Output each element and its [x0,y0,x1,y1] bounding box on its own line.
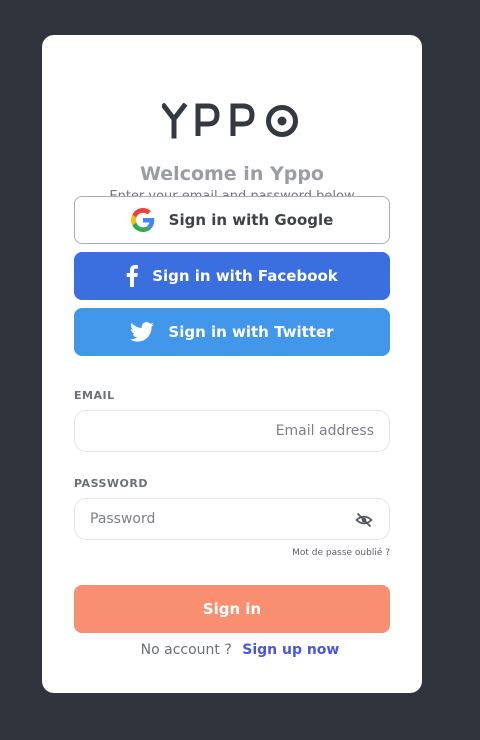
no-account-text: No account ? [140,642,232,658]
logo-wordmark [162,103,298,139]
signup-link[interactable]: Sign up now [242,642,339,658]
eye-off-icon[interactable] [355,511,373,529]
twitter-signin-button[interactable]: Sign in with Twitter [74,308,390,356]
email-field[interactable] [75,411,389,451]
forgot-password-link[interactable]: Mot de passe oublié ? [292,548,390,558]
google-signin-button[interactable]: Sign in with Google [74,196,390,244]
email-label: EMAIL [74,389,115,402]
google-icon [130,208,155,232]
twitter-signin-label: Sign in with Twitter [168,323,334,341]
signup-row: No account ? Sign up now [0,642,480,658]
twitter-icon [130,322,155,342]
signin-label: Sign in [202,600,262,618]
signin-button[interactable]: Sign in [74,585,390,633]
facebook-signin-label: Sign in with Facebook [152,267,338,285]
welcome-title: Welcome in Yppo [140,163,324,185]
yppo-logo [42,103,422,139]
password-label: PASSWORD [74,477,149,490]
password-field-wrapper [74,498,390,540]
facebook-signin-button[interactable]: Sign in with Facebook [74,252,390,300]
facebook-icon [126,265,139,287]
email-field-wrapper [74,410,390,452]
password-field[interactable] [75,499,389,539]
google-signin-label: Sign in with Google [168,211,334,229]
